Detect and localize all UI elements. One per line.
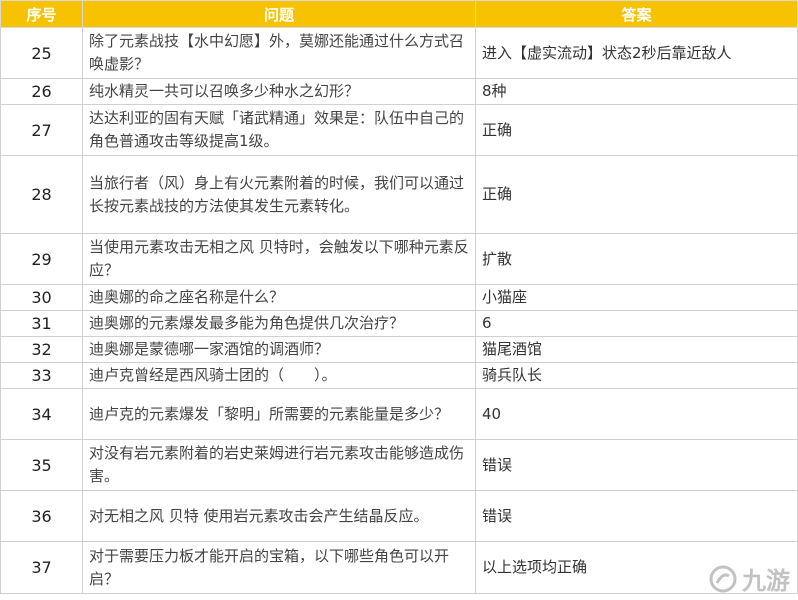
row-question: 迪奥娜的命之座名称是什么？: [82, 284, 476, 311]
table-row: 34 迪卢克的元素爆发「黎明」所需要的元素能量是多少？ 40: [0, 388, 798, 440]
row-number: 33: [0, 362, 83, 389]
table-row: 28 当旅行者（风）身上有火元素附着的时候，我们可以通过长按元素战技的方法使其发生…: [0, 155, 798, 234]
row-number: 26: [0, 78, 83, 105]
row-question: 当使用元素攻击无相之风 贝特时，会触发以下哪种元素反应？: [82, 233, 476, 285]
table-row: 25 除了元素战技【水中幻愿】外，莫娜还能通过什么方式召唤虚影？ 进入【虚实流动】状…: [0, 27, 798, 79]
table-row: 31 迪奥娜的元素爆发最多能为角色提供几次治疗？ 6: [0, 310, 798, 337]
table-row: 32 迪奥娜是蒙德哪一家酒馆的调酒师？ 猫尾酒馆: [0, 336, 798, 363]
header-answer: 答案: [475, 0, 798, 28]
row-question: 对无相之风 贝特 使用岩元素攻击会产生结晶反应。: [82, 490, 476, 542]
row-number: 31: [0, 310, 83, 337]
row-number: 34: [0, 388, 83, 440]
row-question: 对没有岩元素附着的岩史莱姆进行岩元素攻击能够造成伤害。: [82, 439, 476, 491]
row-answer: 猫尾酒馆: [475, 336, 798, 363]
table-row: 35 对没有岩元素附着的岩史莱姆进行岩元素攻击能够造成伤害。 错误: [0, 439, 798, 491]
row-number: 32: [0, 336, 83, 363]
table-row: 30 迪奥娜的命之座名称是什么？ 小猫座: [0, 284, 798, 311]
table-row: 36 对无相之风 贝特 使用岩元素攻击会产生结晶反应。 错误: [0, 490, 798, 542]
row-question: 除了元素战技【水中幻愿】外，莫娜还能通过什么方式召唤虚影？: [82, 27, 476, 79]
row-answer: 骑兵队长: [475, 362, 798, 389]
row-question: 迪卢克曾经是西风骑士团的（ ）。: [82, 362, 476, 389]
table-row: 26 纯水精灵一共可以召唤多少种水之幻形？ 8种: [0, 78, 798, 105]
row-number: 30: [0, 284, 83, 311]
qa-table: 序号 问题 答案 25 除了元素战技【水中幻愿】外，莫娜还能通过什么方式召唤虚影？…: [0, 0, 798, 594]
row-question: 达达利亚的固有天赋「诸武精通」效果是：队伍中自己的角色普通攻击等级提高1级。: [82, 104, 476, 156]
table-row: 29 当使用元素攻击无相之风 贝特时，会触发以下哪种元素反应？ 扩散: [0, 233, 798, 285]
watermark-text: 九游: [742, 567, 790, 595]
table-body: 25 除了元素战技【水中幻愿】外，莫娜还能通过什么方式召唤虚影？ 进入【虚实流动】状…: [0, 27, 798, 594]
table-header-row: 序号 问题 答案: [0, 0, 798, 28]
row-answer: 8种: [475, 78, 798, 105]
row-question: 纯水精灵一共可以召唤多少种水之幻形？: [82, 78, 476, 105]
table-row: 27 达达利亚的固有天赋「诸武精通」效果是：队伍中自己的角色普通攻击等级提高1级。…: [0, 104, 798, 156]
row-number: 29: [0, 233, 83, 285]
row-answer: 错误: [475, 490, 798, 542]
header-number: 序号: [0, 0, 83, 28]
row-number: 27: [0, 104, 83, 156]
row-answer: 扩散: [475, 233, 798, 285]
row-question: 当旅行者（风）身上有火元素附着的时候，我们可以通过长按元素战技的方法使其发生元素…: [82, 155, 476, 234]
row-number: 28: [0, 155, 83, 234]
table-row: 37 对于需要压力板才能开启的宝箱，以下哪些角色可以开启？ 以上选项均正确: [0, 541, 798, 594]
row-number: 36: [0, 490, 83, 542]
row-number: 35: [0, 439, 83, 491]
row-answer: 小猫座: [475, 284, 798, 311]
row-question: 迪卢克的元素爆发「黎明」所需要的元素能量是多少？: [82, 388, 476, 440]
row-question: 迪奥娜的元素爆发最多能为角色提供几次治疗？: [82, 310, 476, 337]
row-question: 迪奥娜是蒙德哪一家酒馆的调酒师？: [82, 336, 476, 363]
row-answer: 正确: [475, 155, 798, 234]
row-question: 对于需要压力板才能开启的宝箱，以下哪些角色可以开启？: [82, 541, 476, 594]
row-answer: 错误: [475, 439, 798, 491]
jiuyou-logo-icon: [709, 565, 737, 592]
row-number: 37: [0, 541, 83, 594]
row-number: 25: [0, 27, 83, 79]
table-row: 33 迪卢克曾经是西风骑士团的（ ）。 骑兵队长: [0, 362, 798, 389]
row-answer: 正确: [475, 104, 798, 156]
header-question: 问题: [82, 0, 476, 28]
watermark: 九游: [708, 561, 790, 596]
row-answer: 6: [475, 310, 798, 337]
row-answer: 进入【虚实流动】状态2秒后靠近敌人: [475, 27, 798, 79]
row-answer: 40: [475, 388, 798, 440]
